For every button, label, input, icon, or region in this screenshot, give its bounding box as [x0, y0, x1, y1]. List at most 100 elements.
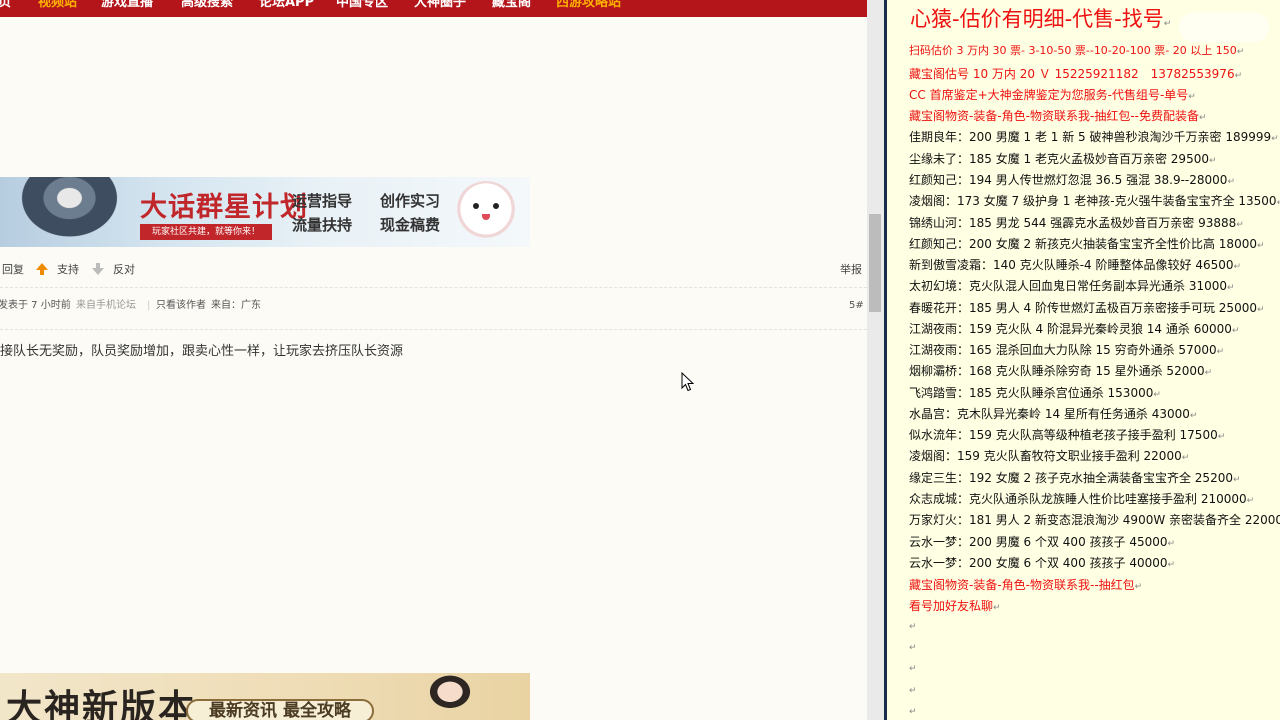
nav-item[interactable]: 论坛APP: [259, 0, 314, 9]
mouse-cursor-icon: [681, 372, 695, 392]
nav-item[interactable]: 高级搜索: [181, 0, 233, 9]
divider: [0, 329, 867, 330]
nav-item[interactable]: 西游攻略站: [556, 0, 621, 9]
note-line: 似水流年：159 克火队高等级种植老孩子接手盈利 17500↵: [909, 427, 1225, 445]
floor-number[interactable]: 5#: [849, 299, 864, 313]
note-line: 水晶宫：克木队异光秦岭 14 星所有任务通杀 43000↵: [909, 406, 1197, 424]
note-line: 看号加好友私聊↵: [909, 598, 1001, 616]
note-line: 云水一梦：200 男魔 6 个双 400 孩孩子 45000↵: [909, 534, 1175, 552]
page-scrollbar[interactable]: [867, 0, 884, 720]
note-title: 心猿-估价有明细-代售-找号↵: [910, 5, 1171, 38]
note-line-text: 太初幻境：克火队混人回血鬼日常任务副本异光通杀 31000: [909, 279, 1227, 293]
banner-subtitle: 玩家社区共建，就等你来！: [140, 224, 272, 240]
banner-feature: 流量扶持: [292, 216, 353, 234]
paragraph-mark-icon: ↵: [1198, 113, 1207, 123]
paragraph-mark-icon: ↵: [1277, 198, 1280, 208]
note-line-text: 飞鸿踏雪：185 克火队睡杀宫位通杀 153000: [909, 386, 1154, 400]
note-line-text: 佳期良年：200 男魔 1 老 1 新 5 破神兽秒浪淘沙千万亲密 189999: [909, 130, 1272, 144]
note-line-text: 藏宝阁物资-装备-角色-物资联系我-抽红包--免费配装备: [909, 109, 1199, 123]
ad-banner-new-version[interactable]: 大神新版本 最新资讯 最全攻略: [0, 673, 530, 720]
banner-feature: 运营指导: [292, 192, 353, 210]
note-line-text: 凌烟阁：159 克火队畜牧符文职业接手盈利 22000: [909, 449, 1182, 463]
author-only-link[interactable]: 只看该作者: [156, 299, 206, 313]
nav-item[interactable]: 大神圈子: [414, 0, 466, 9]
paragraph-mark-icon: ↵: [909, 707, 917, 717]
paragraph-mark-icon: ↵: [1232, 475, 1241, 485]
note-line: 缘定三生：192 女魔 2 孩子克水抽全满装备宝宝齐全 25200↵: [909, 470, 1241, 488]
paragraph-mark-icon: ↵: [1271, 134, 1279, 144]
note-line-text: 水晶宫：克木队异光秦岭 14 星所有任务通杀 43000: [909, 407, 1190, 421]
note-line-text: 缘定三生：192 女魔 2 孩子克水抽全满装备宝宝齐全 25200: [909, 471, 1233, 485]
ad-banner-star-plan[interactable]: 大话群星计划 玩家社区共建，就等你来！ 运营指导 创作实习 流量扶持 现金稿费: [0, 177, 530, 247]
paragraph-mark-icon: ↵: [909, 643, 917, 653]
note-line-text: 众志成城：克火队通杀队龙族睡人性价比哇塞接手盈利 210000: [909, 492, 1247, 506]
note-line-text: 似水流年：159 克火队高等级种植老孩子接手盈利 17500: [909, 428, 1218, 442]
note-line: 藏宝阁物资-装备-角色-物资联系我--抽红包↵: [909, 577, 1142, 595]
note-line-text: 江湖夜雨：165 混杀回血大力队除 15 穷奇外通杀 57000: [909, 343, 1217, 357]
note-line: 新到傲雪凌霜：140 克火队睡杀-4 阶睡整体品像较好 46500↵: [909, 257, 1241, 275]
paragraph-mark-icon: ↵: [1234, 71, 1243, 81]
nav-item[interactable]: 游戏直播: [101, 0, 153, 9]
nav-item[interactable]: 中国专区: [336, 0, 388, 9]
note-line-text: 江湖夜雨：159 克火队 4 阶混异光秦岭灵狼 14 通杀 60000: [909, 322, 1232, 336]
paragraph-mark-icon: ↵: [1256, 305, 1265, 315]
note-line-text: 烟柳灞桥：168 克火队睡杀除穷奇 15 星外通杀 52000: [909, 364, 1205, 378]
thumbs-down-icon[interactable]: [92, 263, 104, 275]
reply-button[interactable]: 回复: [2, 262, 24, 278]
banner-title: 大神新版本: [6, 687, 197, 720]
post-meta: 发表于 7 小时前 来自手机论坛 | 只看该作者 来自：广东 5#: [0, 299, 867, 313]
note-line-text: 云水一梦：200 女魔 6 个双 400 孩孩子 40000: [909, 556, 1168, 570]
note-line-text: 万家灯火：181 男人 2 新变态混浪淘沙 4900W 亲密装备齐全 22000…: [909, 513, 1280, 527]
post-action-bar: 回复 支持 反对 举报: [0, 262, 867, 278]
paragraph-mark-icon: ↵: [1233, 262, 1242, 272]
paragraph-mark-icon: ↵: [1208, 156, 1217, 166]
nav-item[interactable]: 视频站: [38, 0, 77, 9]
note-line-text: 红颜知己：200 女魔 2 新孩克火抽装备宝宝齐全性价比高 18000: [909, 237, 1257, 251]
note-line-text: 新到傲雪凌霜：140 克火队睡杀-4 阶睡整体品像较好 46500: [909, 258, 1234, 272]
note-line: 江湖夜雨：159 克火队 4 阶混异光秦岭灵狼 14 通杀 60000↵: [909, 321, 1239, 339]
paragraph-mark-icon: ↵: [1227, 283, 1235, 293]
oppose-button[interactable]: 反对: [113, 262, 135, 278]
paragraph-mark-icon: ↵: [1163, 19, 1172, 29]
scrollbar-thumb[interactable]: [869, 214, 881, 312]
note-line: 凌烟阁：173 女魔 7 级护身 1 老神孩-克火强牛装备宝宝齐全 13500↵: [909, 193, 1280, 211]
note-line: 烟柳灞桥：168 克火队睡杀除穷奇 15 星外通杀 52000↵: [909, 363, 1212, 381]
paragraph-mark-icon: ↵: [909, 622, 917, 632]
meta-separator: |: [147, 300, 151, 311]
note-line: 扫码估价 3 万内 30 票- 3-10-50 票--10-20-100 票- …: [909, 43, 1244, 60]
note-line-text: CC 首席鉴定+大神金牌鉴定为您服务-代售组号-单号: [909, 88, 1189, 102]
note-line: 凌烟阁：159 克火队畜牧符文职业接手盈利 22000↵: [909, 448, 1189, 466]
note-line: 众志成城：克火队通杀队龙族睡人性价比哇塞接手盈利 210000↵: [909, 491, 1254, 509]
note-line: 春暖花开：185 男人 4 阶传世燃灯孟极百万亲密接手可玩 25000↵: [909, 300, 1265, 318]
nav-item[interactable]: 页: [0, 0, 11, 9]
paragraph-mark-icon: ↵: [1217, 432, 1226, 442]
paragraph-mark-icon: ↵: [993, 603, 1001, 613]
note-line: 藏宝阁估号 10 万内 20 Ｖ 15225921182 13782553976…: [909, 66, 1242, 84]
mascot-image: [455, 181, 517, 243]
top-nav-bar: 页 视频站 游戏直播 高级搜索 论坛APP 中国专区 大神圈子 藏宝阁 西游攻略站: [0, 0, 867, 17]
note-line: 红颜知己：200 女魔 2 新孩克火抽装备宝宝齐全性价比高 18000↵: [909, 236, 1265, 254]
paragraph-mark-icon: ↵: [909, 686, 917, 696]
paragraph-mark-icon: ↵: [1227, 177, 1235, 187]
note-line-text: 凌烟阁：173 女魔 7 级护身 1 老神孩-克火强牛装备宝宝齐全 13500: [909, 194, 1277, 208]
note-line-text: 红颜知己：194 男人传世燃灯忽混 36.5 强混 38.9--28000: [909, 173, 1228, 187]
paragraph-mark-icon: ↵: [1204, 368, 1213, 378]
post-source-link[interactable]: 来自手机论坛: [76, 299, 136, 313]
banner-tagline: 最新资讯 最全攻略: [186, 699, 374, 720]
note-line-text: 藏宝阁物资-装备-角色-物资联系我--抽红包: [909, 578, 1135, 592]
support-button[interactable]: 支持: [57, 262, 79, 278]
banner-character-image: [20, 177, 130, 247]
report-button[interactable]: 举报: [840, 262, 862, 278]
paragraph-mark-icon: ↵: [1167, 539, 1176, 549]
stream-watermark: [1179, 12, 1269, 42]
note-line-text: 扫码估价 3 万内 30 票- 3-10-50 票--10-20-100 票- …: [909, 44, 1237, 57]
note-line: 锦绣山河：185 男龙 544 强霹克水孟极妙音百万亲密 93888↵: [909, 215, 1244, 233]
nav-item[interactable]: 藏宝阁: [492, 0, 531, 9]
paragraph-mark-icon: ↵: [1181, 453, 1190, 463]
divider: [0, 287, 867, 288]
note-line: 红颜知己：194 男人传世燃灯忽混 36.5 强混 38.9--28000↵: [909, 172, 1235, 190]
paragraph-mark-icon: ↵: [1246, 496, 1255, 506]
post-location: 来自：广东: [211, 300, 261, 311]
thumbs-up-icon[interactable]: [36, 263, 48, 275]
seller-note-panel: 心猿-估价有明细-代售-找号↵ 扫码估价 3 万内 30 票- 3-10-50 …: [887, 0, 1280, 720]
